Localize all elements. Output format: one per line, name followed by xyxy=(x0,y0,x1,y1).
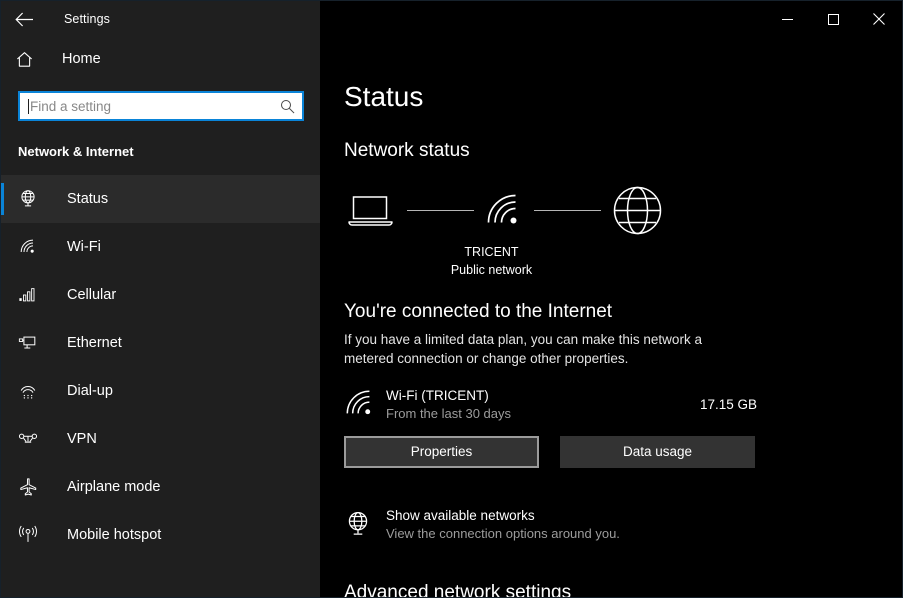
sidebar-item-label: Mobile hotspot xyxy=(67,527,162,543)
diagram-connector-line-right xyxy=(534,210,601,211)
data-usage-button[interactable]: Data usage xyxy=(560,435,755,468)
sidebar-item-status[interactable]: Status xyxy=(1,175,320,223)
connected-status-description: If you have a limited data plan, you can… xyxy=(344,332,702,367)
sidebar-item-wifi[interactable]: Wi-Fi xyxy=(1,223,320,271)
network-diagram: TRICENT Public network xyxy=(344,184,664,279)
hotspot-icon xyxy=(18,525,50,545)
sidebar-item-label: Dial-up xyxy=(67,383,113,399)
available-networks-title: Show available networks xyxy=(386,507,535,523)
back-arrow-icon xyxy=(14,12,33,26)
sidebar-item-label: Airplane mode xyxy=(67,479,161,495)
sidebar-item-home[interactable]: Home xyxy=(1,37,320,81)
vpn-icon xyxy=(18,429,50,449)
search-icon[interactable] xyxy=(272,99,302,114)
window-body: Home Network & Internet xyxy=(1,37,902,597)
title-bar-left: Settings xyxy=(1,1,320,37)
search-box[interactable] xyxy=(18,91,304,121)
show-available-networks-row[interactable]: Show available networks View the connect… xyxy=(344,508,764,541)
network-diagram-row xyxy=(344,184,664,237)
close-icon xyxy=(873,13,885,25)
sidebar-category-title: Network & Internet xyxy=(18,144,134,159)
settings-window: Settings Home Find a setting Network & I… xyxy=(0,0,903,598)
sidebar-home-label: Home xyxy=(62,51,101,67)
sidebar-item-label: Wi-Fi xyxy=(67,239,101,255)
network-status-heading: Network status xyxy=(344,140,470,161)
title-bar: Settings xyxy=(1,1,902,37)
sidebar-item-label: VPN xyxy=(67,431,97,447)
minimize-button[interactable] xyxy=(764,1,810,37)
network-status-icon xyxy=(344,510,384,538)
sidebar-item-label: Status xyxy=(67,191,109,207)
network-diagram-labels: TRICENT Public network xyxy=(344,243,639,279)
network-status-icon xyxy=(18,189,50,209)
available-networks-text: Show available networks View the connect… xyxy=(386,508,620,541)
connection-period: From the last 30 days xyxy=(386,405,511,421)
diagram-connector-line-left xyxy=(407,210,474,211)
sidebar-item-label: Ethernet xyxy=(67,335,122,351)
sidebar-item-cellular[interactable]: Cellular xyxy=(1,271,320,319)
connection-data-used: 17.15 GB xyxy=(699,396,757,412)
ethernet-icon xyxy=(18,333,50,353)
properties-button[interactable]: Properties xyxy=(344,435,539,468)
connected-status-title: You're connected to the Internet xyxy=(344,301,613,323)
available-networks-subtitle: View the connection options around you. xyxy=(386,525,620,541)
advanced-network-settings-heading: Advanced network settings xyxy=(344,581,572,597)
search-input[interactable] xyxy=(29,98,272,114)
sidebar-item-dialup[interactable]: Dial-up xyxy=(1,367,320,415)
globe-icon xyxy=(611,184,664,237)
home-icon xyxy=(15,50,47,69)
maximize-button[interactable] xyxy=(810,1,856,37)
connection-name: Wi-Fi (TRICENT) xyxy=(386,387,489,403)
maximize-icon xyxy=(827,13,839,25)
sidebar-item-mobile-hotspot[interactable]: Mobile hotspot xyxy=(1,511,320,559)
wifi-icon xyxy=(344,388,384,420)
sidebar: Home Network & Internet xyxy=(1,37,320,597)
laptop-icon xyxy=(344,192,397,230)
sidebar-nav-list: Status Wi-Fi Cellular Ethernet Dial-up V… xyxy=(1,175,320,559)
window-controls xyxy=(320,1,902,37)
wifi-icon xyxy=(18,237,50,257)
action-buttons: Properties Data usage xyxy=(344,435,902,468)
close-button[interactable] xyxy=(856,1,902,37)
connection-text: Wi-Fi (TRICENT) From the last 30 days xyxy=(386,388,700,421)
cellular-bars-icon xyxy=(18,285,50,305)
network-name: TRICENT xyxy=(464,245,519,259)
sidebar-item-label: Cellular xyxy=(67,287,117,303)
main-content: Status Network status TRICENT Public net… xyxy=(320,37,902,597)
network-type: Public network xyxy=(450,263,533,278)
airplane-icon xyxy=(18,477,50,497)
sidebar-item-airplane-mode[interactable]: Airplane mode xyxy=(1,463,320,511)
page-title: Status xyxy=(344,81,424,112)
wifi-icon xyxy=(484,191,524,231)
connection-row: Wi-Fi (TRICENT) From the last 30 days 17… xyxy=(344,388,757,421)
dialup-modem-icon xyxy=(18,381,50,401)
minimize-icon xyxy=(781,18,793,20)
app-title: Settings xyxy=(64,12,110,26)
sidebar-item-vpn[interactable]: VPN xyxy=(1,415,320,463)
sidebar-item-ethernet[interactable]: Ethernet xyxy=(1,319,320,367)
back-button[interactable] xyxy=(1,1,47,37)
